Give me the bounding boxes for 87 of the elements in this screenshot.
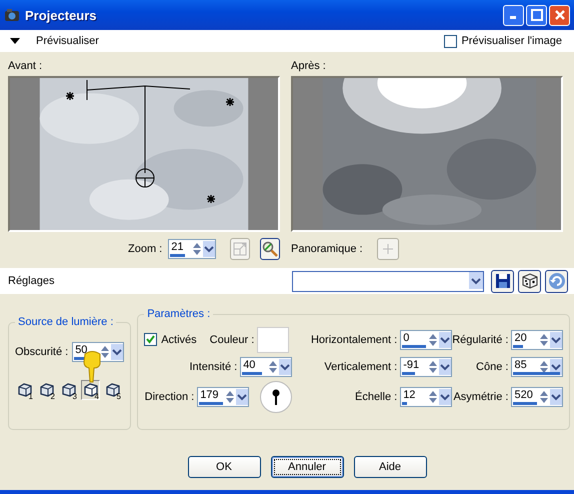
spin-arrows-icon[interactable] (267, 358, 280, 374)
spin-value: -91 (402, 358, 420, 372)
randomize-button[interactable] (518, 270, 541, 292)
presets-dropdown[interactable] (292, 270, 484, 292)
spotlight-icon (18, 383, 32, 397)
spotlight-icon (84, 383, 98, 397)
reset-button[interactable] (545, 270, 568, 292)
caret-icon (10, 38, 20, 44)
camera-icon (4, 7, 20, 23)
star-icon (66, 92, 74, 100)
maximize-button[interactable] (526, 4, 547, 26)
pan-label: Panoramique : (291, 243, 363, 255)
number-field[interactable]: 179 (197, 387, 250, 407)
preview-image-checkbox[interactable]: Prévisualiser l'image (444, 34, 562, 48)
spin-value: 20 (513, 330, 528, 346)
number-field[interactable]: -91 (400, 356, 452, 376)
after-label: Après : (291, 60, 327, 74)
close-icon (554, 9, 566, 21)
light-preset-button[interactable]: 5 (103, 380, 122, 400)
number-field[interactable]: 0 (400, 330, 452, 350)
spotlight-icon (40, 383, 54, 397)
dialog-button[interactable]: Aide (354, 456, 426, 478)
magnifier-icon (262, 241, 278, 257)
checkbox[interactable] (144, 333, 158, 346)
maximize-icon (530, 9, 542, 21)
close-button[interactable] (549, 4, 570, 26)
spin-arrows-icon[interactable] (190, 241, 203, 257)
spin-value: 21 (170, 240, 184, 255)
field-label: Obscurité : (15, 346, 68, 358)
zoom-field[interactable]: 21 (168, 239, 216, 259)
spin-value: 40 (242, 358, 256, 372)
move-icon (382, 244, 393, 254)
resize-icon (232, 242, 247, 256)
checkbox-label: Activés (161, 334, 197, 346)
number-field[interactable]: 12 (400, 387, 452, 407)
check-icon (146, 335, 156, 344)
spin-arrows-icon[interactable] (538, 332, 550, 348)
zoom-tool-button[interactable] (260, 238, 280, 260)
light-preset-button[interactable]: 4 (81, 380, 100, 400)
field-label: Cône : (476, 360, 508, 372)
spin-arrows-icon[interactable] (538, 389, 550, 405)
spin-value: 179 (199, 388, 220, 403)
presets-label: Réglages (8, 275, 56, 287)
spin-value: 85 (513, 358, 528, 372)
color-label: Couleur : (210, 334, 254, 346)
dialog-button[interactable]: Annuler (270, 456, 344, 478)
light-preset-button[interactable]: 2 (37, 380, 56, 400)
spin-value: 0 (402, 330, 410, 346)
group-title: Paramètres : (146, 308, 212, 320)
checkbox[interactable] (444, 34, 458, 48)
light-preset-button[interactable]: 3 (59, 380, 78, 400)
zoom-label: Zoom : (128, 243, 162, 255)
star-icon (226, 98, 234, 106)
window-title: Projecteurs (25, 8, 98, 22)
spin-arrows-icon[interactable] (99, 344, 112, 360)
field-label: Intensité : (189, 360, 238, 372)
direction-arrow-icon (272, 389, 280, 405)
star-icon (207, 195, 215, 203)
spin-value: 12 (402, 388, 416, 403)
spin-arrows-icon[interactable] (538, 358, 550, 374)
spin-arrows-icon[interactable] (427, 332, 440, 348)
dice-icon (520, 272, 538, 290)
save-button[interactable] (491, 270, 514, 292)
field-label: Direction : (144, 391, 194, 403)
preview-toggle[interactable]: Prévisualiser (10, 35, 99, 47)
number-field[interactable]: 40 (240, 356, 292, 376)
field-label: Asymétrie : (453, 391, 508, 403)
number-field[interactable]: 520 (511, 387, 564, 407)
minimize-button[interactable] (503, 4, 524, 26)
direction-dial[interactable] (260, 381, 292, 413)
light-preset-button[interactable]: 1 (15, 380, 34, 400)
field-label: Échelle : (354, 391, 398, 403)
spin-arrows-icon[interactable] (427, 358, 440, 374)
field-label: Verticalement : (324, 360, 398, 372)
field-label: Horizontalement : (310, 334, 398, 346)
number-field[interactable]: 85 (511, 356, 564, 376)
color-swatch[interactable] (257, 326, 290, 352)
group-title: Source de lumière : (17, 316, 114, 328)
spin-value: 50 (74, 343, 88, 358)
dialog-button[interactable]: OK (188, 456, 260, 478)
spin-arrows-icon[interactable] (224, 389, 236, 405)
before-label: Avant : (8, 60, 44, 74)
spin-arrows-icon[interactable] (427, 389, 440, 405)
spin-value: 520 (513, 388, 534, 403)
field-label: Régularité : (452, 334, 508, 346)
number-field[interactable]: 20 (511, 330, 564, 350)
checkbox-label: Prévisualiser l'image (461, 35, 562, 47)
